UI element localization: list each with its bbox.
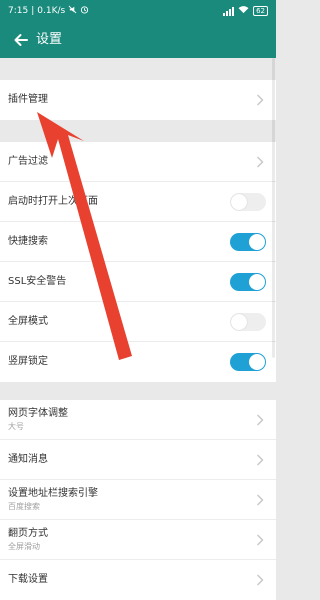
- setting-quick-search: 快捷搜索: [0, 222, 276, 262]
- scrollbar[interactable]: [272, 58, 275, 358]
- signal-icon: [223, 6, 235, 16]
- settings-group-page: 网页字体调整 大号 通知消息 设置地址栏搜索引擎 百度搜索 翻页方式 全屏滑动 …: [0, 400, 276, 600]
- status-right: 62: [223, 5, 268, 17]
- setting-ssl-warning: SSL安全警告: [0, 262, 276, 302]
- setting-label: 启动时打开上次页面: [8, 196, 98, 207]
- setting-label: 翻页方式: [8, 528, 48, 539]
- setting-value: 大号: [8, 422, 24, 431]
- setting-ad-filter[interactable]: 广告过滤: [0, 142, 276, 182]
- toggle-knob: [231, 314, 247, 330]
- toggle-knob: [249, 234, 265, 250]
- battery-indicator: 62: [253, 6, 268, 16]
- chevron-right-icon: [257, 94, 264, 106]
- setting-open-last-page: 启动时打开上次页面: [0, 182, 276, 222]
- status-separator: |: [31, 6, 35, 16]
- silent-icon: [68, 5, 77, 17]
- chevron-right-icon: [257, 534, 264, 546]
- chevron-right-icon: [257, 414, 264, 426]
- arrow-left-icon[interactable]: [12, 31, 30, 49]
- settings-group-browsing: 广告过滤 启动时打开上次页面 快捷搜索 SSL安全警告 全屏模式 竖屏锁定: [0, 142, 276, 382]
- setting-plugin-management[interactable]: 插件管理: [0, 80, 276, 120]
- setting-portrait-lock: 竖屏锁定: [0, 342, 276, 382]
- chevron-right-icon: [257, 574, 264, 586]
- status-bar: 7:15 | 0.1K/s 62: [0, 0, 276, 22]
- quick-search-toggle[interactable]: [230, 233, 266, 251]
- chevron-right-icon: [257, 494, 264, 506]
- toggle-knob: [231, 194, 247, 210]
- setting-label: 广告过滤: [8, 156, 48, 167]
- setting-value: 全屏滑动: [8, 542, 40, 551]
- section-gap: [0, 382, 276, 400]
- setting-font-size[interactable]: 网页字体调整 大号: [0, 400, 276, 440]
- setting-label: 全屏模式: [8, 316, 48, 327]
- status-left: 7:15 | 0.1K/s: [8, 5, 89, 17]
- setting-label: SSL安全警告: [8, 276, 67, 287]
- fullscreen-mode-toggle[interactable]: [230, 313, 266, 331]
- open-last-page-toggle[interactable]: [230, 193, 266, 211]
- setting-address-bar-search[interactable]: 设置地址栏搜索引擎 百度搜索: [0, 480, 276, 520]
- setting-label: 下载设置: [8, 574, 48, 585]
- ssl-warning-toggle[interactable]: [230, 273, 266, 291]
- chevron-right-icon: [257, 454, 264, 466]
- toggle-knob: [249, 354, 265, 370]
- page-title: 设置: [36, 32, 63, 47]
- chevron-right-icon: [257, 156, 264, 168]
- setting-page-turn[interactable]: 翻页方式 全屏滑动: [0, 520, 276, 560]
- portrait-lock-toggle[interactable]: [230, 353, 266, 371]
- settings-group-plugins: 插件管理: [0, 80, 276, 120]
- setting-download[interactable]: 下载设置: [0, 560, 276, 600]
- section-gap: [0, 58, 276, 80]
- status-time: 7:15: [8, 6, 29, 16]
- alarm-icon: [80, 5, 89, 17]
- setting-label: 设置地址栏搜索引擎: [8, 488, 98, 499]
- setting-fullscreen-mode: 全屏模式: [0, 302, 276, 342]
- setting-label: 插件管理: [8, 94, 48, 105]
- setting-label: 快捷搜索: [8, 236, 48, 247]
- setting-label: 网页字体调整: [8, 408, 68, 419]
- setting-value: 百度搜索: [8, 502, 40, 511]
- setting-label: 竖屏锁定: [8, 356, 48, 367]
- app-bar: 设置: [0, 22, 276, 58]
- setting-notifications[interactable]: 通知消息: [0, 440, 276, 480]
- settings-list: 插件管理 广告过滤 启动时打开上次页面 快捷搜索 SSL安全警告 全屏模式 竖屏…: [0, 58, 276, 600]
- network-speed: 0.1K/s: [37, 6, 66, 16]
- setting-label: 通知消息: [8, 454, 48, 465]
- wifi-icon: [238, 5, 249, 17]
- section-gap: [0, 120, 276, 142]
- toggle-knob: [249, 274, 265, 290]
